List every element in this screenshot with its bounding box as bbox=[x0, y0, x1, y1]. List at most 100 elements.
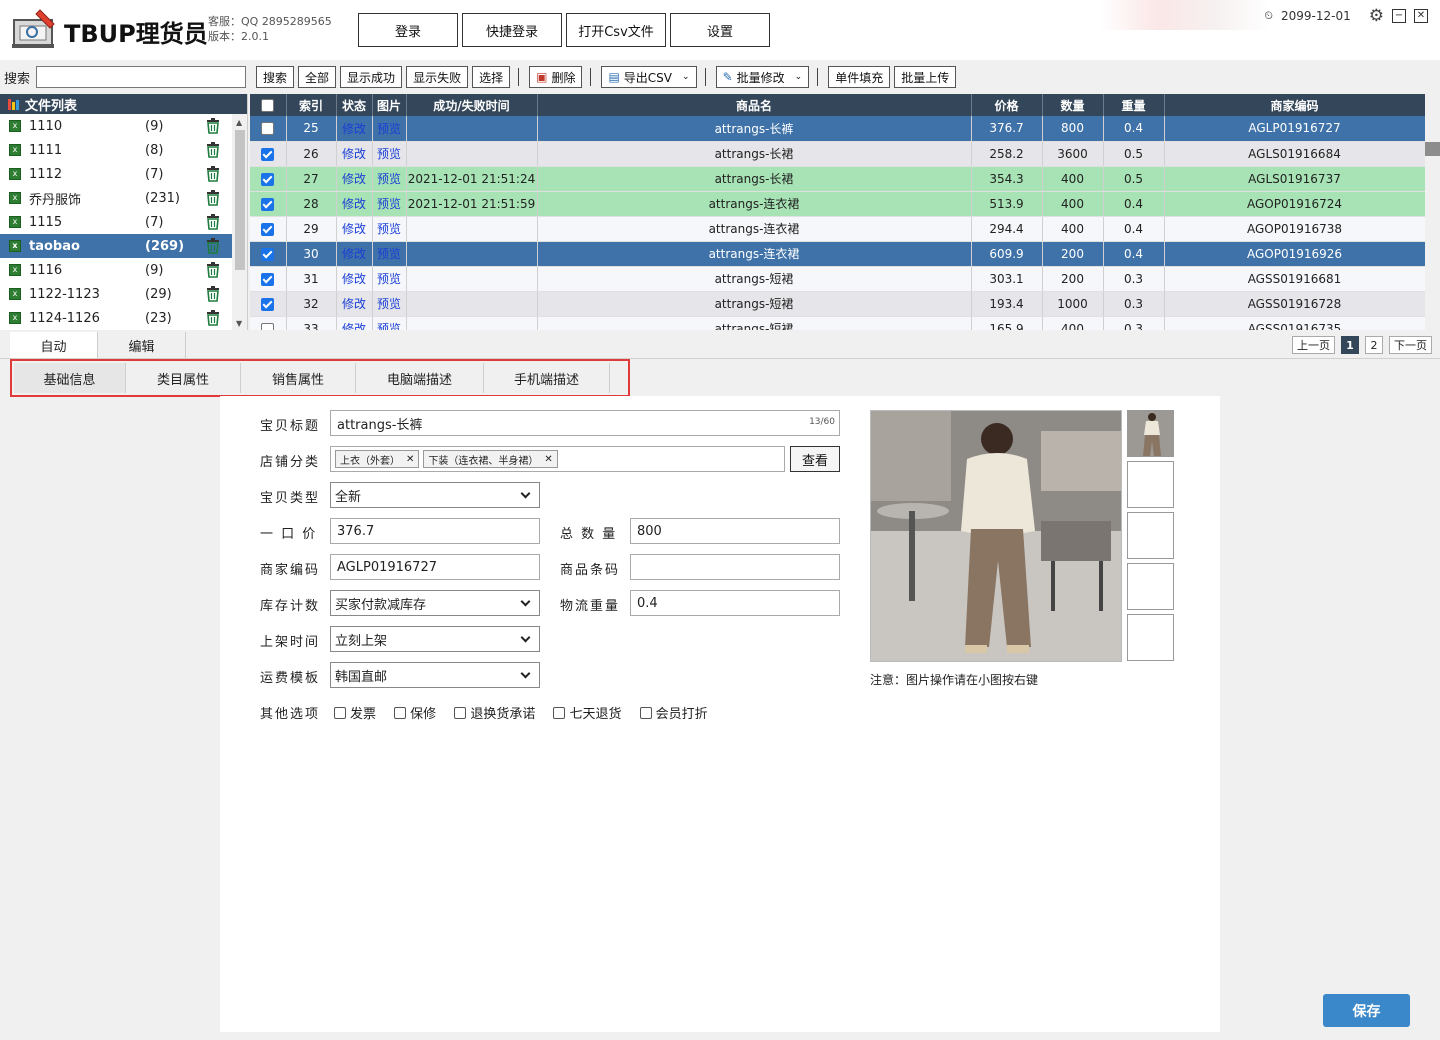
select-all-checkbox[interactable] bbox=[250, 94, 287, 116]
sidebar-item-file[interactable]: x taobao (269) bbox=[0, 234, 232, 258]
row-checkbox[interactable] bbox=[250, 141, 287, 167]
prev-page-button[interactable]: 上一页 bbox=[1292, 336, 1335, 354]
batch-edit-button[interactable]: ✎ 批量修改 ⌄ bbox=[715, 66, 810, 88]
freight-select[interactable]: 韩国直邮 bbox=[330, 662, 540, 688]
col-time[interactable]: 成功/失败时间 bbox=[406, 94, 538, 116]
row-checkbox[interactable] bbox=[250, 291, 287, 317]
thumbnail-5[interactable] bbox=[1127, 614, 1174, 661]
trash-icon[interactable] bbox=[206, 214, 220, 230]
type-select[interactable]: 全新 bbox=[330, 482, 540, 508]
preview-link[interactable]: 预览 bbox=[377, 247, 401, 261]
row-checkbox[interactable] bbox=[250, 216, 287, 242]
select-button[interactable]: 选择 bbox=[472, 66, 511, 88]
remove-tag-icon[interactable]: ✕ bbox=[406, 454, 414, 465]
sidebar-item-file[interactable]: x 1111 (8) bbox=[0, 138, 232, 162]
edit-link[interactable]: 修改 bbox=[342, 272, 366, 286]
col-image[interactable]: 图片 bbox=[372, 94, 407, 116]
preview-link[interactable]: 预览 bbox=[377, 172, 401, 186]
settings-button[interactable]: 设置 bbox=[670, 13, 770, 47]
option-invoice[interactable]: 发票 bbox=[334, 703, 376, 722]
table-row[interactable]: 29 修改 预览 attrangs-连衣裙 294.4 400 0.4 AGOP0191673… bbox=[250, 216, 1426, 242]
row-checkbox[interactable] bbox=[250, 266, 287, 292]
scroll-thumb[interactable] bbox=[235, 130, 245, 270]
sidebar-item-file[interactable]: x 乔丹服饰 (231) bbox=[0, 186, 232, 210]
col-merchant-code[interactable]: 商家编码 bbox=[1164, 94, 1426, 116]
row-checkbox[interactable] bbox=[250, 316, 287, 330]
close-icon[interactable]: ✕ bbox=[1414, 9, 1428, 23]
scroll-up-icon[interactable]: ▲ bbox=[236, 118, 242, 127]
option-seven-day-return[interactable]: 七天退货 bbox=[553, 703, 621, 722]
scroll-down-icon[interactable]: ▼ bbox=[236, 319, 242, 328]
edit-link[interactable]: 修改 bbox=[342, 147, 366, 161]
minimize-icon[interactable]: − bbox=[1392, 9, 1406, 23]
warranty-checkbox[interactable] bbox=[394, 706, 407, 719]
edit-link[interactable]: 修改 bbox=[342, 297, 366, 311]
preview-link[interactable]: 预览 bbox=[377, 297, 401, 311]
tab-edit[interactable]: 编辑 bbox=[98, 332, 186, 358]
table-row[interactable]: 25 修改 预览 attrangs-长裤 376.7 800 0.4 AGLP01916727 bbox=[250, 116, 1426, 142]
trash-icon[interactable] bbox=[206, 286, 220, 302]
option-warranty[interactable]: 保修 bbox=[394, 703, 436, 722]
sidebar-item-file[interactable]: x 1122-1123 (29) bbox=[0, 282, 232, 306]
col-product-name[interactable]: 商品名 bbox=[537, 94, 972, 116]
title-input[interactable]: attrangs-长裤 13/60 bbox=[330, 410, 840, 436]
trash-icon[interactable] bbox=[206, 310, 220, 326]
tab-auto[interactable]: 自动 bbox=[10, 332, 98, 358]
sidebar-item-file[interactable]: x 1112 (7) bbox=[0, 162, 232, 186]
thumbnail-3[interactable] bbox=[1127, 512, 1174, 559]
preview-link[interactable]: 预览 bbox=[377, 272, 401, 286]
grid-scroll-thumb[interactable] bbox=[1425, 142, 1440, 156]
table-row[interactable]: 28 修改 预览 2021-12-01 21:51:59 attrangs-连衣裙 513… bbox=[250, 191, 1426, 217]
file-list-scrollbar[interactable]: ▲ ▼ bbox=[232, 114, 247, 330]
view-category-button[interactable]: 查看 bbox=[790, 446, 840, 472]
quick-login-button[interactable]: 快捷登录 bbox=[462, 13, 562, 47]
trash-icon[interactable] bbox=[206, 142, 220, 158]
row-checkbox[interactable] bbox=[250, 166, 287, 192]
login-button[interactable]: 登录 bbox=[358, 13, 458, 47]
remove-tag-icon[interactable]: ✕ bbox=[544, 454, 552, 465]
row-checkbox[interactable] bbox=[250, 116, 287, 142]
batch-upload-button[interactable]: 批量上传 bbox=[894, 66, 957, 88]
trash-icon[interactable] bbox=[206, 118, 220, 134]
category-tags-input[interactable]: 上衣（外套） ✕ 下装（连衣裙、半身裙） ✕ bbox=[330, 446, 785, 472]
table-row[interactable]: 33 修改 预览 attrangs-短裙 165.9 400 0.3 AGSS01916735 bbox=[250, 316, 1426, 330]
sidebar-item-file[interactable]: x 1116 (9) bbox=[0, 258, 232, 282]
sidebar-item-file[interactable]: x 1124-1126 (23) bbox=[0, 306, 232, 330]
merchant-code-input[interactable]: AGLP01916727 bbox=[330, 554, 540, 580]
table-row[interactable]: 30 修改 预览 attrangs-连衣裙 609.9 200 0.4 AGOP0191692… bbox=[250, 241, 1426, 267]
main-product-image[interactable] bbox=[870, 410, 1122, 662]
row-checkbox[interactable] bbox=[250, 191, 287, 217]
row-checkbox[interactable] bbox=[250, 241, 287, 267]
delete-button[interactable]: ▣ 删除 bbox=[529, 66, 583, 88]
search-button[interactable]: 搜索 bbox=[256, 66, 295, 88]
total-quantity-input[interactable]: 800 bbox=[630, 518, 840, 544]
option-member-discount[interactable]: 会员打折 bbox=[639, 703, 708, 722]
edit-link[interactable]: 修改 bbox=[342, 322, 366, 330]
col-quantity[interactable]: 数量 bbox=[1042, 94, 1104, 116]
edit-link[interactable]: 修改 bbox=[342, 247, 366, 261]
thumbnail-1[interactable] bbox=[1127, 410, 1174, 457]
seven-day-checkbox[interactable] bbox=[553, 706, 566, 719]
col-status[interactable]: 状态 bbox=[336, 94, 373, 116]
single-fill-button[interactable]: 单件填充 bbox=[828, 66, 891, 88]
option-return-promise[interactable]: 退换货承诺 bbox=[454, 703, 535, 722]
table-row[interactable]: 32 修改 预览 attrangs-短裙 193.4 1000 0.3 AGSS0191672… bbox=[250, 291, 1426, 317]
trash-icon[interactable] bbox=[206, 190, 220, 206]
page-2-button[interactable]: 2 bbox=[1365, 336, 1383, 354]
preview-link[interactable]: 预览 bbox=[377, 147, 401, 161]
open-csv-button[interactable]: 打开Csv文件 bbox=[566, 13, 666, 47]
invoice-checkbox[interactable] bbox=[334, 706, 346, 719]
show-all-button[interactable]: 全部 bbox=[298, 66, 337, 88]
edit-link[interactable]: 修改 bbox=[342, 222, 366, 236]
edit-link[interactable]: 修改 bbox=[342, 172, 366, 186]
col-weight[interactable]: 重量 bbox=[1103, 94, 1165, 116]
tab-basic-info[interactable]: 基础信息 bbox=[14, 363, 126, 393]
show-success-button[interactable]: 显示成功 bbox=[340, 66, 403, 88]
preview-link[interactable]: 预览 bbox=[377, 122, 401, 136]
thumbnail-4[interactable] bbox=[1127, 563, 1174, 610]
edit-link[interactable]: 修改 bbox=[342, 197, 366, 211]
page-1-button[interactable]: 1 bbox=[1341, 336, 1359, 354]
preview-link[interactable]: 预览 bbox=[377, 222, 401, 236]
member-discount-checkbox[interactable] bbox=[639, 706, 652, 719]
price-input[interactable]: 376.7 bbox=[330, 518, 540, 544]
